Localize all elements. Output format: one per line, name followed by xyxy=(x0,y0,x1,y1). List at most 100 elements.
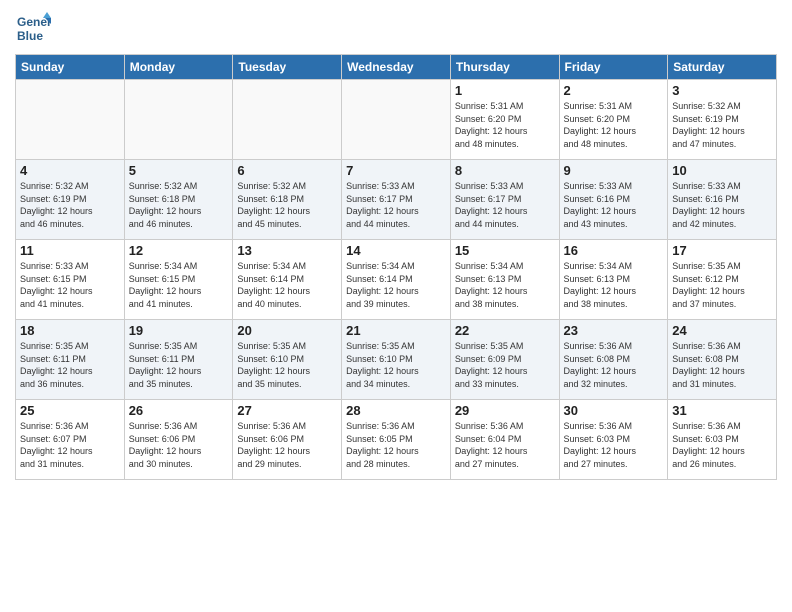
day-number: 21 xyxy=(346,323,446,338)
day-info: Sunrise: 5:36 AM Sunset: 6:08 PM Dayligh… xyxy=(672,340,772,390)
day-number: 5 xyxy=(129,163,229,178)
calendar-table: SundayMondayTuesdayWednesdayThursdayFrid… xyxy=(15,54,777,480)
day-number: 14 xyxy=(346,243,446,258)
calendar-cell: 24 Sunrise: 5:36 AM Sunset: 6:08 PM Dayli… xyxy=(668,320,777,400)
day-number: 26 xyxy=(129,403,229,418)
day-number: 4 xyxy=(20,163,120,178)
day-info: Sunrise: 5:36 AM Sunset: 6:03 PM Dayligh… xyxy=(672,420,772,470)
calendar-cell: 13Sunrise: 5:34 AM Sunset: 6:14 PM Dayli… xyxy=(233,240,342,320)
calendar-cell: 22 Sunrise: 5:35 AM Sunset: 6:09 PM Dayli… xyxy=(450,320,559,400)
day-info: Sunrise: 5:31 AM Sunset: 6:20 PM Dayligh… xyxy=(455,100,555,150)
svg-text:Blue: Blue xyxy=(17,29,43,43)
calendar-cell: 26 Sunrise: 5:36 AM Sunset: 6:06 PM Dayli… xyxy=(124,400,233,480)
calendar-week-3: 11 Sunrise: 5:33 AM Sunset: 6:15 PM Dayli… xyxy=(16,240,777,320)
day-info: Sunrise: 5:33 AM Sunset: 6:17 PM Dayligh… xyxy=(346,180,446,230)
day-number: 24 xyxy=(672,323,772,338)
day-number: 25 xyxy=(20,403,120,418)
day-number: 13 xyxy=(237,243,337,258)
calendar-cell: 15Sunrise: 5:34 AM Sunset: 6:13 PM Dayli… xyxy=(450,240,559,320)
day-number: 9 xyxy=(564,163,664,178)
calendar-cell: 6 Sunrise: 5:32 AM Sunset: 6:18 PM Daylig… xyxy=(233,160,342,240)
day-info: Sunrise: 5:36 AM Sunset: 6:06 PM Dayligh… xyxy=(129,420,229,470)
day-number: 3 xyxy=(672,83,772,98)
calendar-cell: 16 Sunrise: 5:34 AM Sunset: 6:13 PM Dayli… xyxy=(559,240,668,320)
calendar-cell xyxy=(233,80,342,160)
calendar-cell: 23 Sunrise: 5:36 AM Sunset: 6:08 PM Dayli… xyxy=(559,320,668,400)
logo: General Blue xyxy=(15,10,55,46)
day-number: 7 xyxy=(346,163,446,178)
calendar-cell: 20 Sunrise: 5:35 AM Sunset: 6:10 PM Dayli… xyxy=(233,320,342,400)
day-number: 27 xyxy=(237,403,337,418)
day-number: 8 xyxy=(455,163,555,178)
day-number: 2 xyxy=(564,83,664,98)
day-number: 17 xyxy=(672,243,772,258)
calendar-cell: 2 Sunrise: 5:31 AM Sunset: 6:20 PM Daylig… xyxy=(559,80,668,160)
calendar-cell: 1 Sunrise: 5:31 AM Sunset: 6:20 PM Daylig… xyxy=(450,80,559,160)
day-info: Sunrise: 5:34 AM Sunset: 6:13 PM Dayligh… xyxy=(455,260,555,310)
day-number: 16 xyxy=(564,243,664,258)
day-info: Sunrise: 5:34 AM Sunset: 6:13 PM Dayligh… xyxy=(564,260,664,310)
day-number: 19 xyxy=(129,323,229,338)
day-info: Sunrise: 5:36 AM Sunset: 6:05 PM Dayligh… xyxy=(346,420,446,470)
day-info: Sunrise: 5:35 AM Sunset: 6:09 PM Dayligh… xyxy=(455,340,555,390)
day-info: Sunrise: 5:36 AM Sunset: 6:04 PM Dayligh… xyxy=(455,420,555,470)
day-number: 30 xyxy=(564,403,664,418)
calendar-cell: 18Sunrise: 5:35 AM Sunset: 6:11 PM Dayli… xyxy=(16,320,125,400)
logo-icon: General Blue xyxy=(15,10,51,46)
calendar-cell: 5 Sunrise: 5:32 AM Sunset: 6:18 PM Daylig… xyxy=(124,160,233,240)
calendar-cell xyxy=(124,80,233,160)
day-info: Sunrise: 5:35 AM Sunset: 6:11 PM Dayligh… xyxy=(129,340,229,390)
calendar-cell: 11 Sunrise: 5:33 AM Sunset: 6:15 PM Dayli… xyxy=(16,240,125,320)
calendar-cell: 3 Sunrise: 5:32 AM Sunset: 6:19 PM Daylig… xyxy=(668,80,777,160)
calendar-week-1: 1 Sunrise: 5:31 AM Sunset: 6:20 PM Daylig… xyxy=(16,80,777,160)
day-info: Sunrise: 5:31 AM Sunset: 6:20 PM Dayligh… xyxy=(564,100,664,150)
weekday-header-friday: Friday xyxy=(559,55,668,80)
calendar-cell: 9Sunrise: 5:33 AM Sunset: 6:16 PM Daylig… xyxy=(559,160,668,240)
day-number: 12 xyxy=(129,243,229,258)
day-number: 29 xyxy=(455,403,555,418)
day-number: 23 xyxy=(564,323,664,338)
day-number: 11 xyxy=(20,243,120,258)
day-number: 1 xyxy=(455,83,555,98)
calendar-cell: 4 Sunrise: 5:32 AM Sunset: 6:19 PM Daylig… xyxy=(16,160,125,240)
day-info: Sunrise: 5:34 AM Sunset: 6:14 PM Dayligh… xyxy=(346,260,446,310)
day-info: Sunrise: 5:32 AM Sunset: 6:18 PM Dayligh… xyxy=(129,180,229,230)
day-number: 22 xyxy=(455,323,555,338)
calendar-cell: 28 Sunrise: 5:36 AM Sunset: 6:05 PM Dayli… xyxy=(342,400,451,480)
calendar-week-4: 18Sunrise: 5:35 AM Sunset: 6:11 PM Dayli… xyxy=(16,320,777,400)
page: General Blue SundayMondayTuesdayWednesda… xyxy=(0,0,792,612)
day-info: Sunrise: 5:35 AM Sunset: 6:10 PM Dayligh… xyxy=(346,340,446,390)
calendar-cell: 19 Sunrise: 5:35 AM Sunset: 6:11 PM Dayli… xyxy=(124,320,233,400)
day-number: 31 xyxy=(672,403,772,418)
weekday-header-thursday: Thursday xyxy=(450,55,559,80)
calendar-cell: 14 Sunrise: 5:34 AM Sunset: 6:14 PM Dayli… xyxy=(342,240,451,320)
weekday-header-saturday: Saturday xyxy=(668,55,777,80)
day-info: Sunrise: 5:32 AM Sunset: 6:19 PM Dayligh… xyxy=(20,180,120,230)
day-number: 28 xyxy=(346,403,446,418)
weekday-header-row: SundayMondayTuesdayWednesdayThursdayFrid… xyxy=(16,55,777,80)
header: General Blue xyxy=(15,10,777,46)
calendar-cell: 21 Sunrise: 5:35 AM Sunset: 6:10 PM Dayli… xyxy=(342,320,451,400)
calendar-cell: 29 Sunrise: 5:36 AM Sunset: 6:04 PM Dayli… xyxy=(450,400,559,480)
day-info: Sunrise: 5:35 AM Sunset: 6:11 PM Dayligh… xyxy=(20,340,120,390)
calendar-cell xyxy=(342,80,451,160)
day-info: Sunrise: 5:36 AM Sunset: 6:07 PM Dayligh… xyxy=(20,420,120,470)
day-info: Sunrise: 5:32 AM Sunset: 6:19 PM Dayligh… xyxy=(672,100,772,150)
weekday-header-tuesday: Tuesday xyxy=(233,55,342,80)
calendar-cell: 8Sunrise: 5:33 AM Sunset: 6:17 PM Daylig… xyxy=(450,160,559,240)
day-info: Sunrise: 5:35 AM Sunset: 6:10 PM Dayligh… xyxy=(237,340,337,390)
day-info: Sunrise: 5:36 AM Sunset: 6:08 PM Dayligh… xyxy=(564,340,664,390)
calendar-cell: 31 Sunrise: 5:36 AM Sunset: 6:03 PM Dayli… xyxy=(668,400,777,480)
day-info: Sunrise: 5:34 AM Sunset: 6:15 PM Dayligh… xyxy=(129,260,229,310)
calendar-cell: 30Sunrise: 5:36 AM Sunset: 6:03 PM Dayli… xyxy=(559,400,668,480)
day-number: 10 xyxy=(672,163,772,178)
day-info: Sunrise: 5:33 AM Sunset: 6:15 PM Dayligh… xyxy=(20,260,120,310)
calendar-week-2: 4 Sunrise: 5:32 AM Sunset: 6:19 PM Daylig… xyxy=(16,160,777,240)
day-info: Sunrise: 5:36 AM Sunset: 6:06 PM Dayligh… xyxy=(237,420,337,470)
day-info: Sunrise: 5:32 AM Sunset: 6:18 PM Dayligh… xyxy=(237,180,337,230)
day-number: 20 xyxy=(237,323,337,338)
weekday-header-sunday: Sunday xyxy=(16,55,125,80)
day-number: 6 xyxy=(237,163,337,178)
weekday-header-wednesday: Wednesday xyxy=(342,55,451,80)
day-info: Sunrise: 5:33 AM Sunset: 6:16 PM Dayligh… xyxy=(672,180,772,230)
